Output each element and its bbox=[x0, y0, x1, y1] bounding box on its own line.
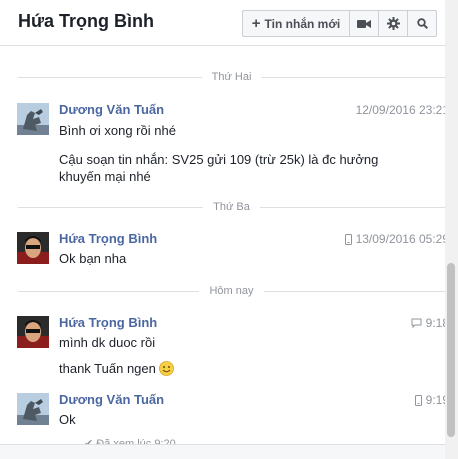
message-text: Ok bbox=[59, 412, 76, 427]
conversation-title: Hứa Trọng Bình bbox=[18, 11, 155, 31]
sender-name[interactable]: Dương Văn Tuấn bbox=[59, 102, 164, 117]
new-message-button[interactable]: + Tin nhắn mới bbox=[243, 11, 349, 36]
gear-icon bbox=[386, 17, 400, 30]
scrollbar-thumb[interactable] bbox=[447, 263, 455, 437]
sender-name[interactable]: Hứa Trọng Bình bbox=[59, 315, 157, 330]
message-text: Ok bạn nha bbox=[59, 251, 127, 266]
date-divider: Thứ Hai bbox=[18, 70, 445, 84]
conversation-panel: Hứa Trọng Bình + Tin nhắn mới Thứ Hai Dư… bbox=[0, 0, 446, 459]
sender-name[interactable]: Hứa Trọng Bình bbox=[59, 231, 157, 246]
date-divider-label: Thứ Hai bbox=[211, 71, 252, 83]
mobile-phone-icon bbox=[344, 233, 352, 245]
composer-area[interactable] bbox=[0, 444, 445, 459]
message-timestamp: 9:18 bbox=[411, 316, 445, 330]
settings-button[interactable] bbox=[378, 11, 407, 36]
avatar[interactable] bbox=[17, 316, 49, 348]
avatar[interactable] bbox=[17, 232, 49, 264]
timestamp-text: 9:19 bbox=[425, 393, 445, 407]
message-text: Cậu soạn tin nhắn: SV25 gửi 109 (trừ 25k… bbox=[59, 152, 379, 167]
date-divider: Thứ Ba bbox=[18, 200, 445, 214]
conversation-header: Hứa Trọng Bình + Tin nhắn mới bbox=[0, 0, 445, 46]
date-divider: Hôm nay bbox=[18, 284, 445, 298]
date-divider-label: Hôm nay bbox=[209, 285, 254, 297]
chat-bubble-icon bbox=[411, 318, 422, 328]
message-text: Bình ơi xong rồi nhé bbox=[59, 123, 176, 138]
message-timestamp: 12/09/2016 23:21 bbox=[355, 103, 446, 117]
timestamp-text: 12/09/2016 23:21 bbox=[355, 103, 446, 117]
message-text-row: thank Tuấn ngen bbox=[59, 360, 419, 377]
video-camera-icon bbox=[357, 19, 371, 28]
search-button[interactable] bbox=[407, 11, 436, 36]
message-text: khuyến mại nhé bbox=[59, 169, 151, 184]
message-timestamp: 13/09/2016 05:29 bbox=[344, 232, 446, 246]
date-divider-label: Thứ Ba bbox=[213, 201, 250, 213]
mobile-phone-icon bbox=[414, 394, 422, 406]
timestamp-text: 9:18 bbox=[425, 316, 445, 330]
smiley-emoji-icon bbox=[158, 361, 174, 376]
timestamp-text: 13/09/2016 05:29 bbox=[355, 232, 446, 246]
avatar[interactable] bbox=[17, 393, 49, 425]
search-icon bbox=[416, 18, 428, 29]
message-timestamp: 9:19 bbox=[414, 393, 445, 407]
video-call-button[interactable] bbox=[349, 11, 378, 36]
header-toolbar: + Tin nhắn mới bbox=[242, 10, 437, 37]
new-message-label: Tin nhắn mới bbox=[264, 16, 341, 31]
avatar[interactable] bbox=[17, 103, 49, 135]
plus-icon: + bbox=[251, 15, 261, 32]
message-text: mình dk duoc rồi bbox=[59, 335, 156, 350]
message-text: thank Tuấn ngen bbox=[59, 361, 156, 376]
sender-name[interactable]: Dương Văn Tuấn bbox=[59, 392, 164, 407]
